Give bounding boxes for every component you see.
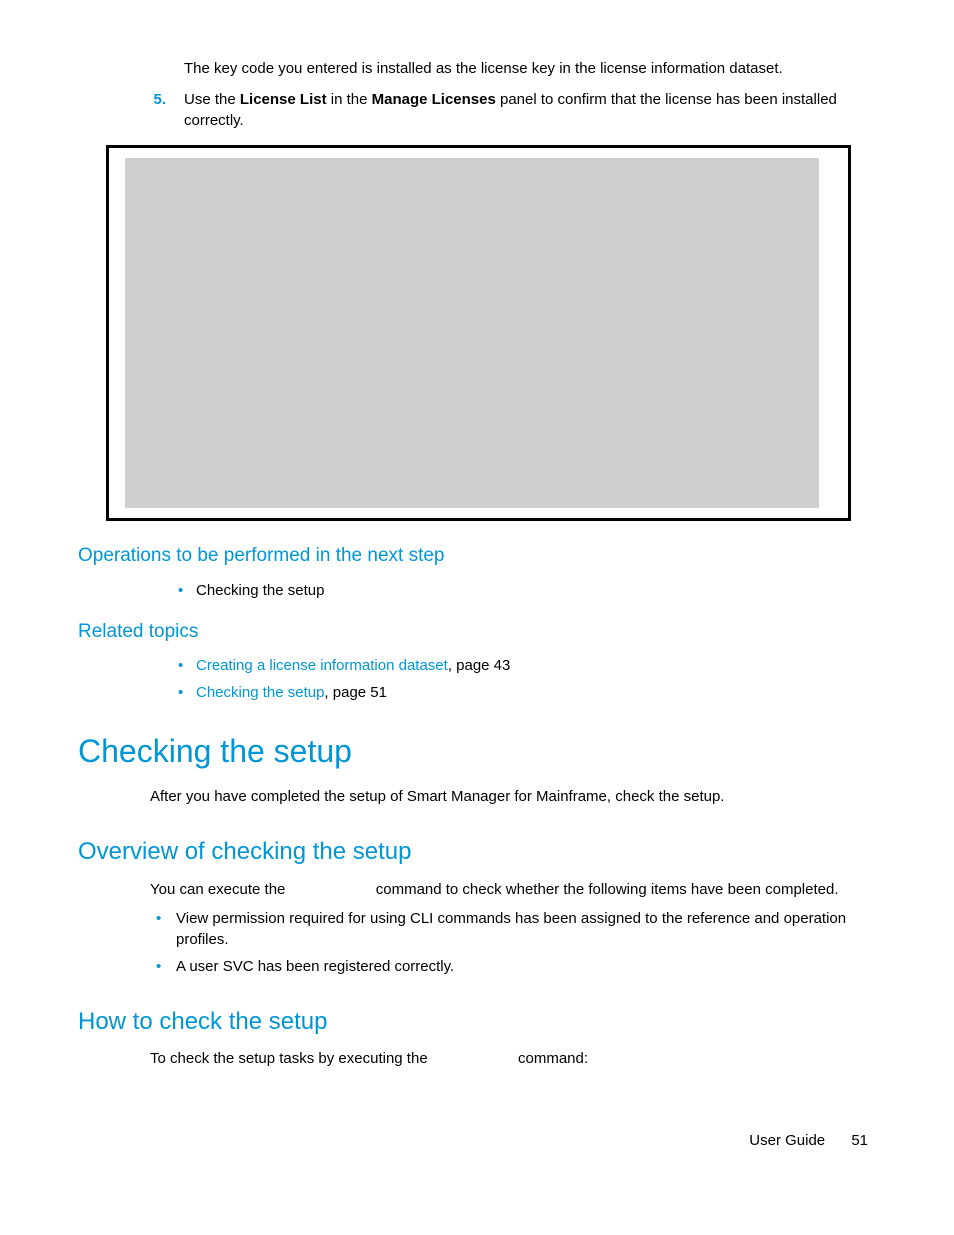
page-ref: , page 43	[448, 657, 511, 674]
section-heading-checking-setup: Checking the setup	[78, 729, 879, 774]
text-fragment: command to check whether the following i…	[372, 881, 839, 898]
overview-body: You can execute the command to check whe…	[150, 879, 879, 900]
overview-heading: Overview of checking the setup	[78, 835, 879, 869]
text-fragment: Use the	[184, 91, 240, 108]
related-topics-list: Creating a license information dataset, …	[178, 655, 879, 703]
related-topics-heading: Related topics	[78, 619, 879, 646]
list-item: Checking the setup	[178, 580, 879, 601]
list-item: Creating a license information dataset, …	[178, 655, 879, 676]
figure-container	[106, 145, 851, 521]
step-text: Use the License List in the Manage Licen…	[184, 89, 879, 131]
text-fragment: command:	[514, 1050, 588, 1067]
text-fragment: in the	[327, 91, 372, 108]
list-item: A user SVC has been registered correctly…	[156, 956, 879, 977]
page-ref: , page 51	[324, 684, 387, 701]
operations-heading: Operations to be performed in the next s…	[78, 543, 879, 570]
operations-list: Checking the setup	[178, 580, 879, 601]
howto-body: To check the setup tasks by executing th…	[150, 1048, 879, 1069]
intro-paragraph: The key code you entered is installed as…	[184, 58, 879, 79]
related-link[interactable]: Checking the setup	[196, 684, 324, 701]
related-link[interactable]: Creating a license information dataset	[196, 657, 448, 674]
page-footer: User Guide 51	[749, 1130, 868, 1151]
list-item: Checking the setup, page 51	[178, 682, 879, 703]
howto-heading: How to check the setup	[78, 1005, 879, 1039]
page-number: 51	[851, 1132, 868, 1149]
bold-license-list: License List	[240, 91, 327, 108]
list-item: View permission required for using CLI c…	[156, 908, 879, 950]
footer-label: User Guide	[749, 1132, 825, 1149]
bold-manage-licenses: Manage Licenses	[372, 91, 496, 108]
figure-placeholder	[125, 158, 819, 508]
text-fragment: You can execute the	[150, 881, 290, 898]
text-fragment: To check the setup tasks by executing th…	[150, 1050, 432, 1067]
step-number: 5.	[144, 89, 184, 131]
section-intro: After you have completed the setup of Sm…	[150, 786, 879, 807]
step-5: 5. Use the License List in the Manage Li…	[144, 89, 879, 131]
overview-list: View permission required for using CLI c…	[156, 908, 879, 977]
